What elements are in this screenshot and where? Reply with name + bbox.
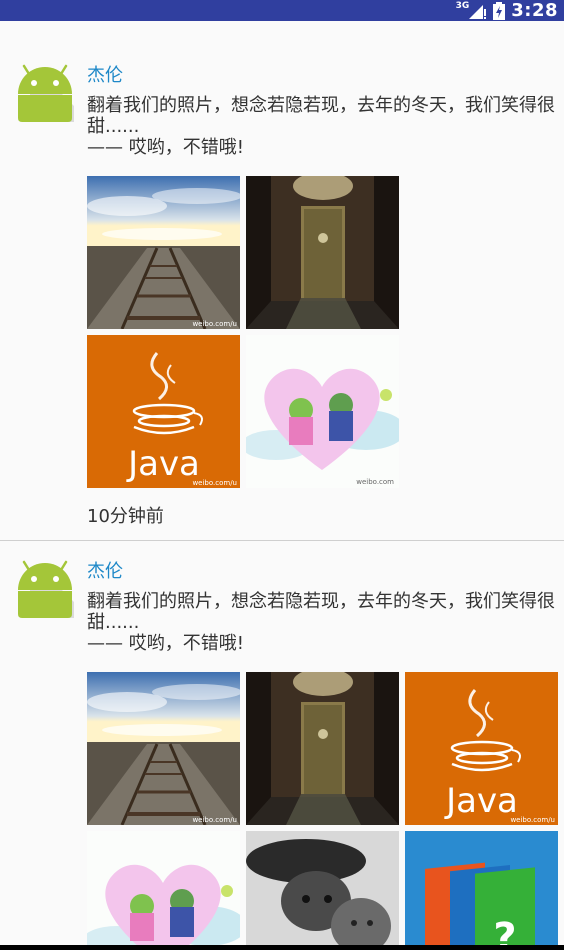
post-text: 翻着我们的照片，想念若隐若现，去年的冬天，我们笑得很甜...... —— 哎哟，…	[87, 95, 555, 158]
svg-text:Java: Java	[126, 444, 200, 484]
railway-photo[interactable]: weibo.com/u	[87, 176, 240, 329]
android-avatar-icon	[18, 64, 74, 122]
image-watermark: weibo.com/u	[192, 479, 237, 487]
post-time: 10分钟前	[87, 506, 164, 527]
cat-photo[interactable]	[246, 831, 399, 950]
svg-text:Java: Java	[444, 781, 518, 821]
apple-door-photo[interactable]	[246, 672, 399, 825]
clock: 3:28	[511, 0, 558, 21]
status-bar: 3G 3:28	[0, 0, 564, 21]
author-name[interactable]: 杰伦	[87, 61, 123, 87]
railway-photo[interactable]: weibo.com/u	[87, 672, 240, 825]
author-name[interactable]: 杰伦	[87, 557, 123, 583]
java-logo-image[interactable]: Java weibo.com/u	[87, 335, 240, 488]
network-type: 3G	[455, 0, 470, 11]
image-watermark: weibo.com/u	[192, 816, 237, 824]
avatar[interactable]	[16, 64, 74, 122]
apple-door-photo[interactable]	[246, 176, 399, 329]
feed-post: 杰伦 翻着我们的照片，想念若隐若现，去年的冬天，我们笑得很甜...... —— …	[0, 541, 564, 950]
navigation-bar	[0, 945, 564, 950]
post-text: 翻着我们的照片，想念若隐若现，去年的冬天，我们笑得很甜...... —— 哎哟，…	[87, 591, 555, 654]
image-watermark: weibo.com/u	[510, 816, 555, 824]
android-avatar-icon	[18, 560, 74, 618]
folders-icon-image[interactable]: ?	[405, 831, 558, 950]
java-logo-image[interactable]: Java weibo.com/u	[405, 672, 558, 825]
signal-icon	[469, 4, 487, 19]
svg-text:weibo.com: weibo.com	[356, 478, 394, 486]
feed-post: 杰伦 翻着我们的照片，想念若隐若现，去年的冬天，我们笑得很甜...... —— …	[0, 21, 564, 540]
android-couple-drawing[interactable]	[87, 831, 240, 950]
avatar[interactable]	[16, 560, 74, 618]
image-watermark: weibo.com/u	[192, 320, 237, 328]
battery-icon	[493, 1, 506, 20]
android-couple-drawing[interactable]: weibo.com	[246, 335, 399, 488]
